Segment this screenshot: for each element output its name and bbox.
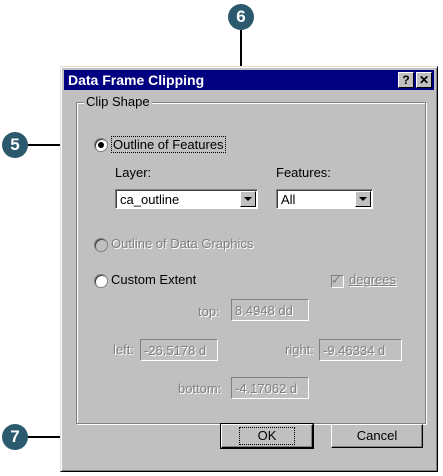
outline-of-features-label[interactable]: Outline of Features bbox=[111, 136, 226, 153]
bottom-label: bottom: bbox=[178, 381, 222, 396]
features-dropdown[interactable]: All bbox=[276, 189, 373, 209]
clip-shape-group-label: Clip Shape bbox=[84, 94, 152, 109]
cancel-button-label: Cancel bbox=[356, 428, 398, 443]
features-value: All bbox=[281, 192, 296, 207]
custom-extent-label: Custom Extent bbox=[111, 272, 197, 287]
ok-button[interactable]: OK bbox=[220, 423, 314, 449]
data-frame-clipping-dialog: Data Frame Clipping ? ✕ Clip Shape Outli… bbox=[60, 66, 438, 472]
layer-dropdown[interactable]: ca_outline bbox=[115, 189, 258, 209]
layer-value: ca_outline bbox=[120, 192, 180, 207]
left-value: -26.5178 d bbox=[144, 343, 207, 358]
right-label: right: bbox=[285, 342, 314, 357]
right-field[interactable]: -9.46334 d bbox=[319, 339, 402, 361]
bottom-value: -4.17062 d bbox=[235, 381, 298, 396]
dialog-title: Data Frame Clipping bbox=[68, 72, 205, 88]
chevron-down-icon[interactable] bbox=[240, 191, 256, 207]
radio-selected-dot bbox=[98, 142, 104, 148]
top-value: 8.4948 dd bbox=[235, 303, 293, 318]
outline-of-data-graphics-radio[interactable] bbox=[94, 238, 108, 252]
layer-label: Layer: bbox=[115, 165, 152, 180]
custom-extent-radio[interactable] bbox=[94, 274, 108, 288]
callout-7: 7 bbox=[2, 424, 28, 450]
help-button[interactable]: ? bbox=[398, 72, 414, 88]
outline-of-features-radio[interactable] bbox=[94, 138, 108, 152]
degrees-label: degrees bbox=[349, 272, 396, 287]
right-value: -9.46334 d bbox=[323, 343, 386, 358]
close-icon: ✕ bbox=[418, 73, 430, 87]
features-label: Features: bbox=[276, 165, 331, 180]
top-field[interactable]: 8.4948 dd bbox=[231, 299, 309, 321]
bottom-field[interactable]: -4.17062 d bbox=[231, 377, 309, 399]
ok-button-label: OK bbox=[238, 427, 296, 445]
check-icon: ✓ bbox=[331, 272, 342, 287]
cancel-button[interactable]: Cancel bbox=[331, 424, 423, 448]
close-button[interactable]: ✕ bbox=[416, 72, 432, 88]
callout-5: 5 bbox=[2, 132, 28, 158]
help-icon: ? bbox=[402, 73, 410, 87]
outline-of-data-graphics-label: Outline of Data Graphics bbox=[111, 236, 254, 251]
top-label: top: bbox=[198, 304, 220, 319]
chevron-down-icon[interactable] bbox=[355, 191, 371, 207]
degrees-checkbox[interactable]: ✓ bbox=[331, 272, 344, 288]
left-label: left: bbox=[113, 342, 134, 357]
callout-6: 6 bbox=[228, 4, 254, 30]
title-bar: Data Frame Clipping ? ✕ bbox=[64, 70, 434, 90]
left-field[interactable]: -26.5178 d bbox=[140, 339, 218, 361]
